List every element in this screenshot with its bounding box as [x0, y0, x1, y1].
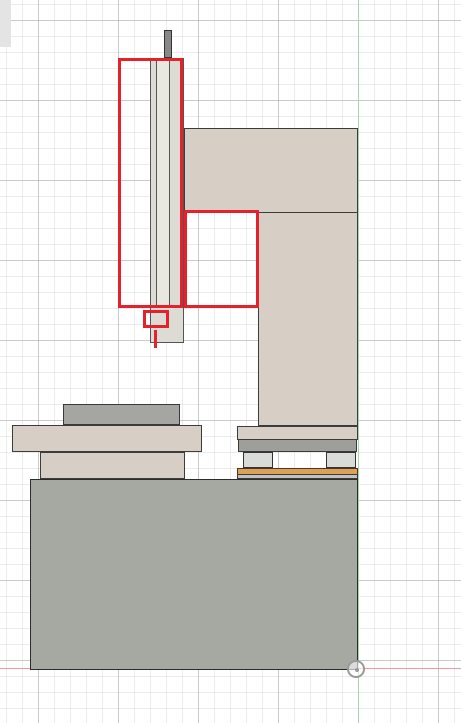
column-head[interactable]: [184, 128, 358, 213]
y-axis-line: [358, 0, 359, 723]
column-body[interactable]: [258, 212, 358, 426]
origin-marker-icon[interactable]: [347, 660, 365, 678]
selection-box-z-axis[interactable]: [118, 58, 183, 308]
table-riser[interactable]: [40, 452, 185, 479]
rail-carriage-right[interactable]: [326, 452, 356, 468]
rail-carriage-left[interactable]: [243, 452, 273, 468]
table-plate[interactable]: [12, 425, 202, 452]
selection-box-tool[interactable]: [143, 310, 169, 328]
linear-rail[interactable]: [237, 474, 358, 479]
chuck[interactable]: [63, 404, 180, 425]
origin-marker-dot: [355, 668, 359, 672]
cad-viewport[interactable]: [0, 0, 461, 723]
spindle-top[interactable]: [164, 30, 172, 58]
selection-box-column-face[interactable]: [184, 210, 259, 308]
column-foot[interactable]: [237, 426, 358, 440]
selection-tool-tip: [154, 330, 157, 348]
column-base-plate[interactable]: [238, 438, 357, 452]
base-block[interactable]: [30, 479, 358, 670]
viewcube-stub[interactable]: [0, 0, 11, 47]
